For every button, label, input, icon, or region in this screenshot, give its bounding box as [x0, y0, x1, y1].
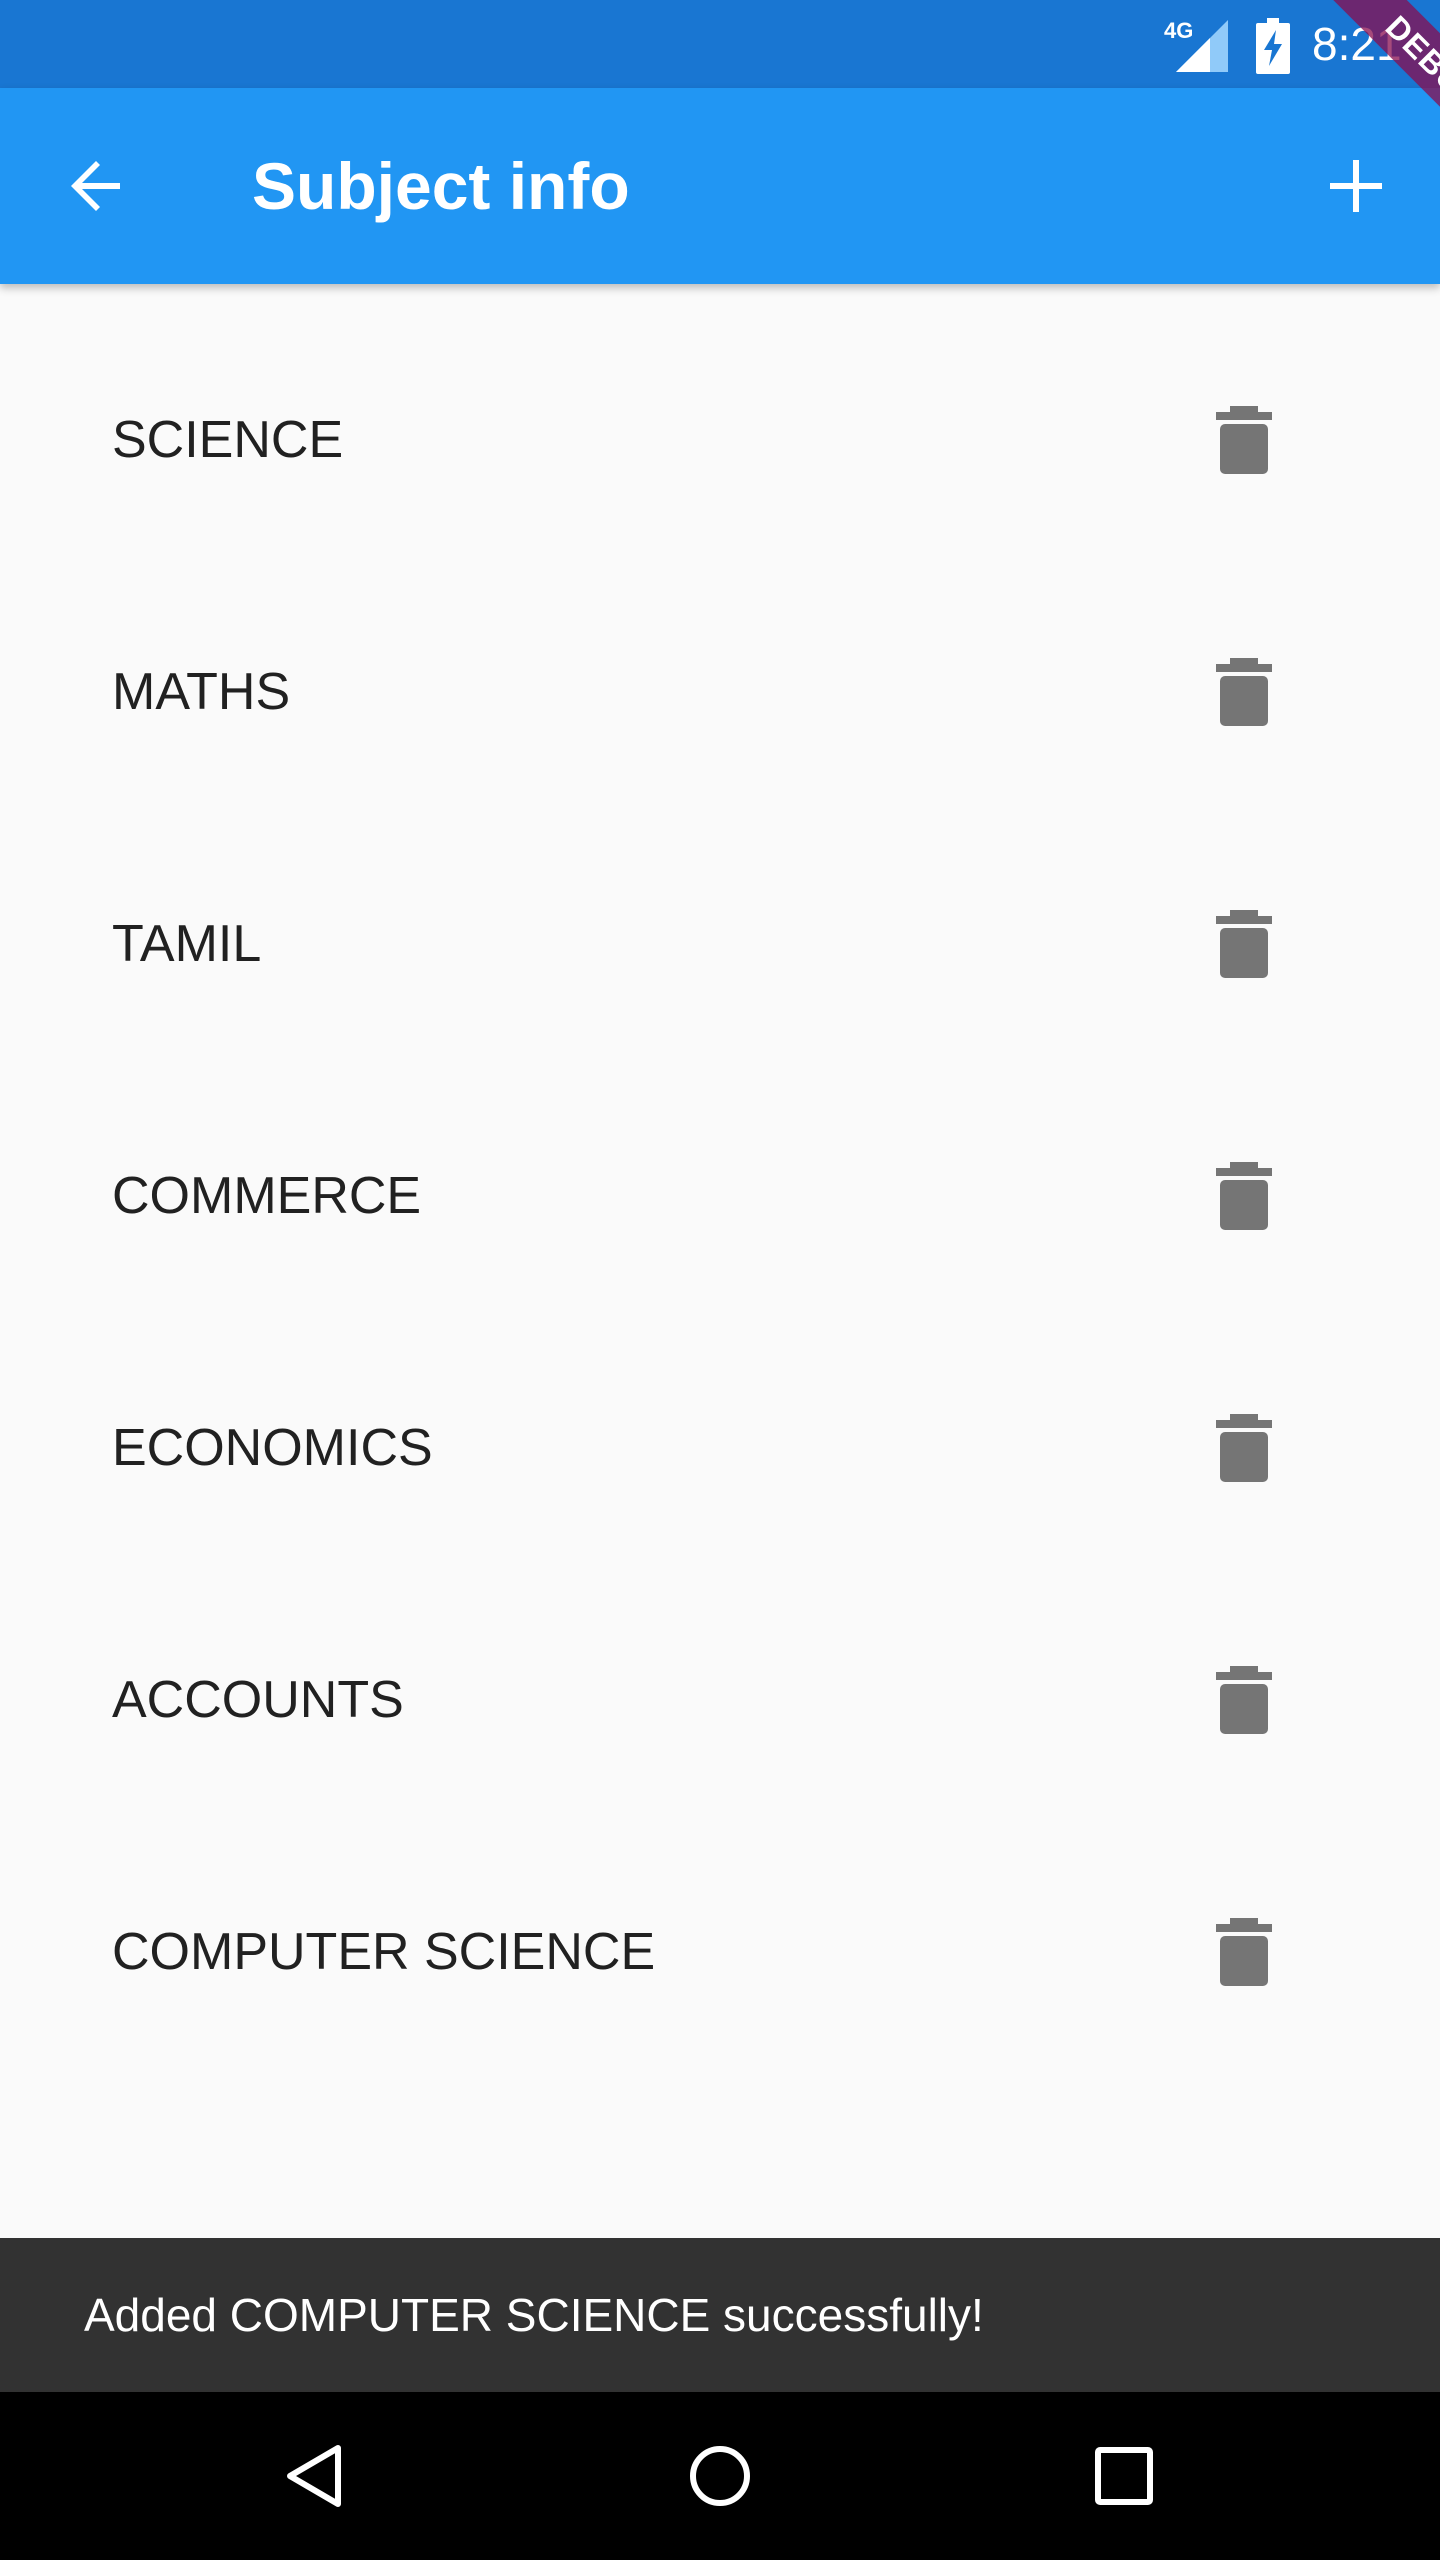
list-item[interactable]: ECONOMICS [0, 1318, 1440, 1570]
delete-icon[interactable] [1216, 1162, 1272, 1230]
delete-icon[interactable] [1216, 1918, 1272, 1986]
delete-icon[interactable] [1216, 1666, 1272, 1734]
subject-label: TAMIL [112, 915, 262, 973]
delete-icon[interactable] [1216, 910, 1272, 978]
subject-label: COMMERCE [112, 1167, 422, 1225]
back-triangle-icon[interactable] [276, 2436, 356, 2516]
system-nav-bar [0, 2392, 1440, 2560]
subject-label: ACCOUNTS [112, 1671, 404, 1729]
list-item[interactable]: COMMERCE [0, 1066, 1440, 1318]
status-bar: 4G 8:21 [0, 0, 1440, 88]
recents-square-icon[interactable] [1084, 2436, 1164, 2516]
snackbar: Added COMPUTER SCIENCE successfully! [0, 2238, 1440, 2392]
delete-icon[interactable] [1216, 406, 1272, 474]
signal-icon [1176, 20, 1228, 72]
status-time: 8:21 [1312, 18, 1402, 70]
subject-label: SCIENCE [112, 411, 344, 469]
list-item[interactable]: ACCOUNTS [0, 1570, 1440, 1822]
subject-list: SCIENCE MATHS TAMIL COMMERCE ECONOMICS A… [0, 310, 1440, 2074]
home-circle-icon[interactable] [680, 2436, 760, 2516]
delete-icon[interactable] [1216, 658, 1272, 726]
list-item[interactable]: TAMIL [0, 814, 1440, 1066]
list-item[interactable]: SCIENCE [0, 310, 1440, 562]
list-item[interactable]: COMPUTER SCIENCE [0, 1822, 1440, 2074]
subject-label: COMPUTER SCIENCE [112, 1923, 656, 1981]
battery-charging-icon [1256, 18, 1290, 74]
page-title: Subject info [252, 149, 630, 223]
delete-icon[interactable] [1216, 1414, 1272, 1482]
arrow-back-icon[interactable] [64, 154, 128, 218]
add-icon[interactable] [1324, 154, 1388, 218]
subject-label: MATHS [112, 663, 291, 721]
subject-label: ECONOMICS [112, 1419, 433, 1477]
snackbar-message: Added COMPUTER SCIENCE successfully! [84, 2289, 984, 2341]
app-bar: Subject info [0, 88, 1440, 284]
list-item[interactable]: MATHS [0, 562, 1440, 814]
